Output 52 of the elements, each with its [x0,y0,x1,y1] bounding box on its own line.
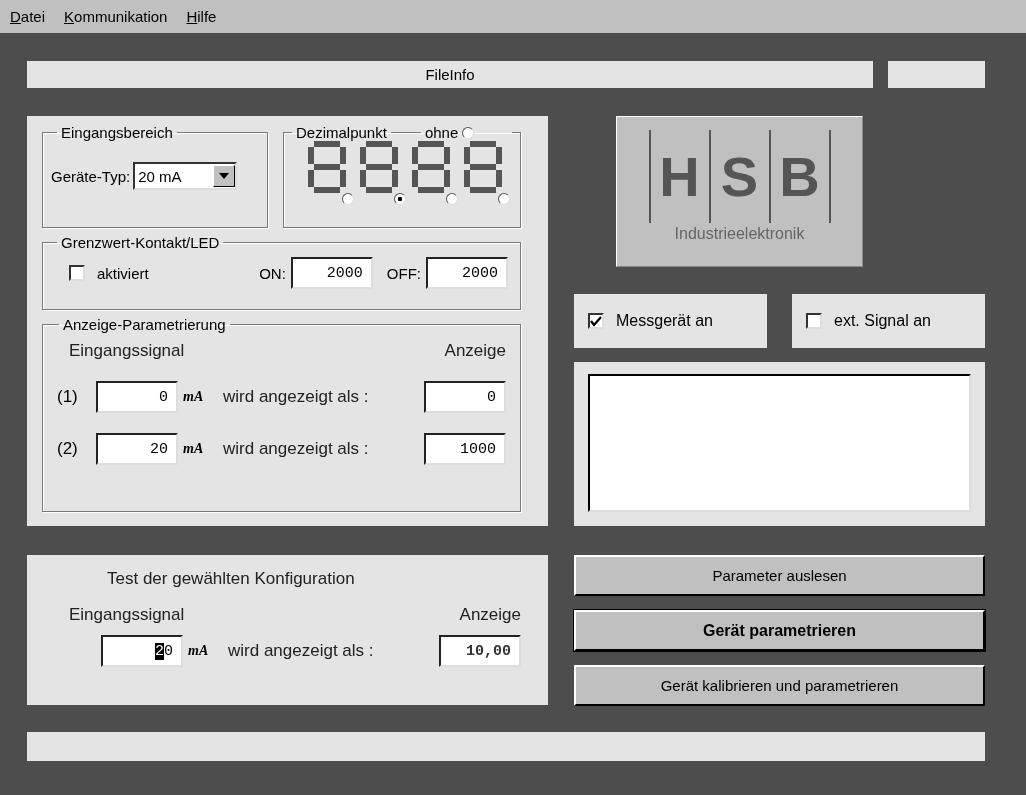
group-title: Anzeige-Parametrierung [63,316,226,333]
field-label: Geräte-Typ: [51,167,131,185]
input-field[interactable]: 1000 [424,433,506,465]
radio-button[interactable] [394,193,406,205]
row-text: wird angezeigt als : [223,439,370,459]
radio-button[interactable] [342,193,354,205]
group-title: Eingangsbereich [61,124,173,141]
group-title: Dezimalpunkt [296,124,387,141]
row-index: (1) [57,387,79,407]
display-field: 10,00 [439,635,521,667]
action-button[interactable]: Gerät kalibrieren und parametrieren [574,665,985,706]
radio-button[interactable] [462,126,475,139]
input-field[interactable]: 0 [424,381,506,413]
column-heading: Eingangssignal [69,341,185,361]
menu-item[interactable]: Kommunikation [64,8,168,25]
input-field[interactable]: 2000 [290,257,373,289]
device-type-dropdown[interactable]: 20 mA [133,162,238,190]
caret-icon [219,173,230,179]
unit-label: mA [183,389,205,405]
menu-item[interactable]: Datei [10,8,46,25]
column-heading: Anzeige [444,341,506,361]
panel-title: Test der gewählten Konfiguration [107,569,356,589]
column-heading: Anzeige [459,605,521,625]
checkbox[interactable] [806,313,822,329]
checkbox[interactable] [69,265,85,281]
checkbox-label: Messgerät an [616,312,713,330]
input-field[interactable]: 2000 [426,257,508,289]
field-label: OFF: [386,264,421,282]
field-label: ON: [259,264,286,282]
row-text: wird angezeigt als : [228,641,375,661]
check-icon [590,315,602,327]
radio-button[interactable] [446,193,458,205]
radio-button[interactable] [498,193,510,205]
input-field[interactable]: 20 [96,433,178,465]
input-field[interactable]: 0 [96,381,178,413]
row-index: (2) [57,439,79,459]
column-heading: Eingangssignal [69,605,185,625]
company-logo: H S B Industrieelektronik [616,116,863,267]
checkbox-label: ext. Signal an [834,312,931,330]
checkbox-label: aktiviert [97,264,149,282]
unit-label: mA [188,643,210,659]
radio-label: ohne [424,124,459,141]
seven-segment-display-icon [308,141,503,193]
input-field[interactable]: 20 [101,635,183,667]
checkbox[interactable] [588,313,604,329]
unit-label: mA [183,441,205,457]
group-title: Grenzwert-Kontakt/LED [61,234,220,251]
action-button[interactable]: Parameter auslesen [574,555,985,596]
menu-item[interactable]: Hilfe [186,8,217,25]
action-button[interactable]: Gerät parametrieren [574,610,985,651]
row-text: wird angezeigt als : [223,387,370,407]
file-info-bar: FileInfo [27,61,873,88]
